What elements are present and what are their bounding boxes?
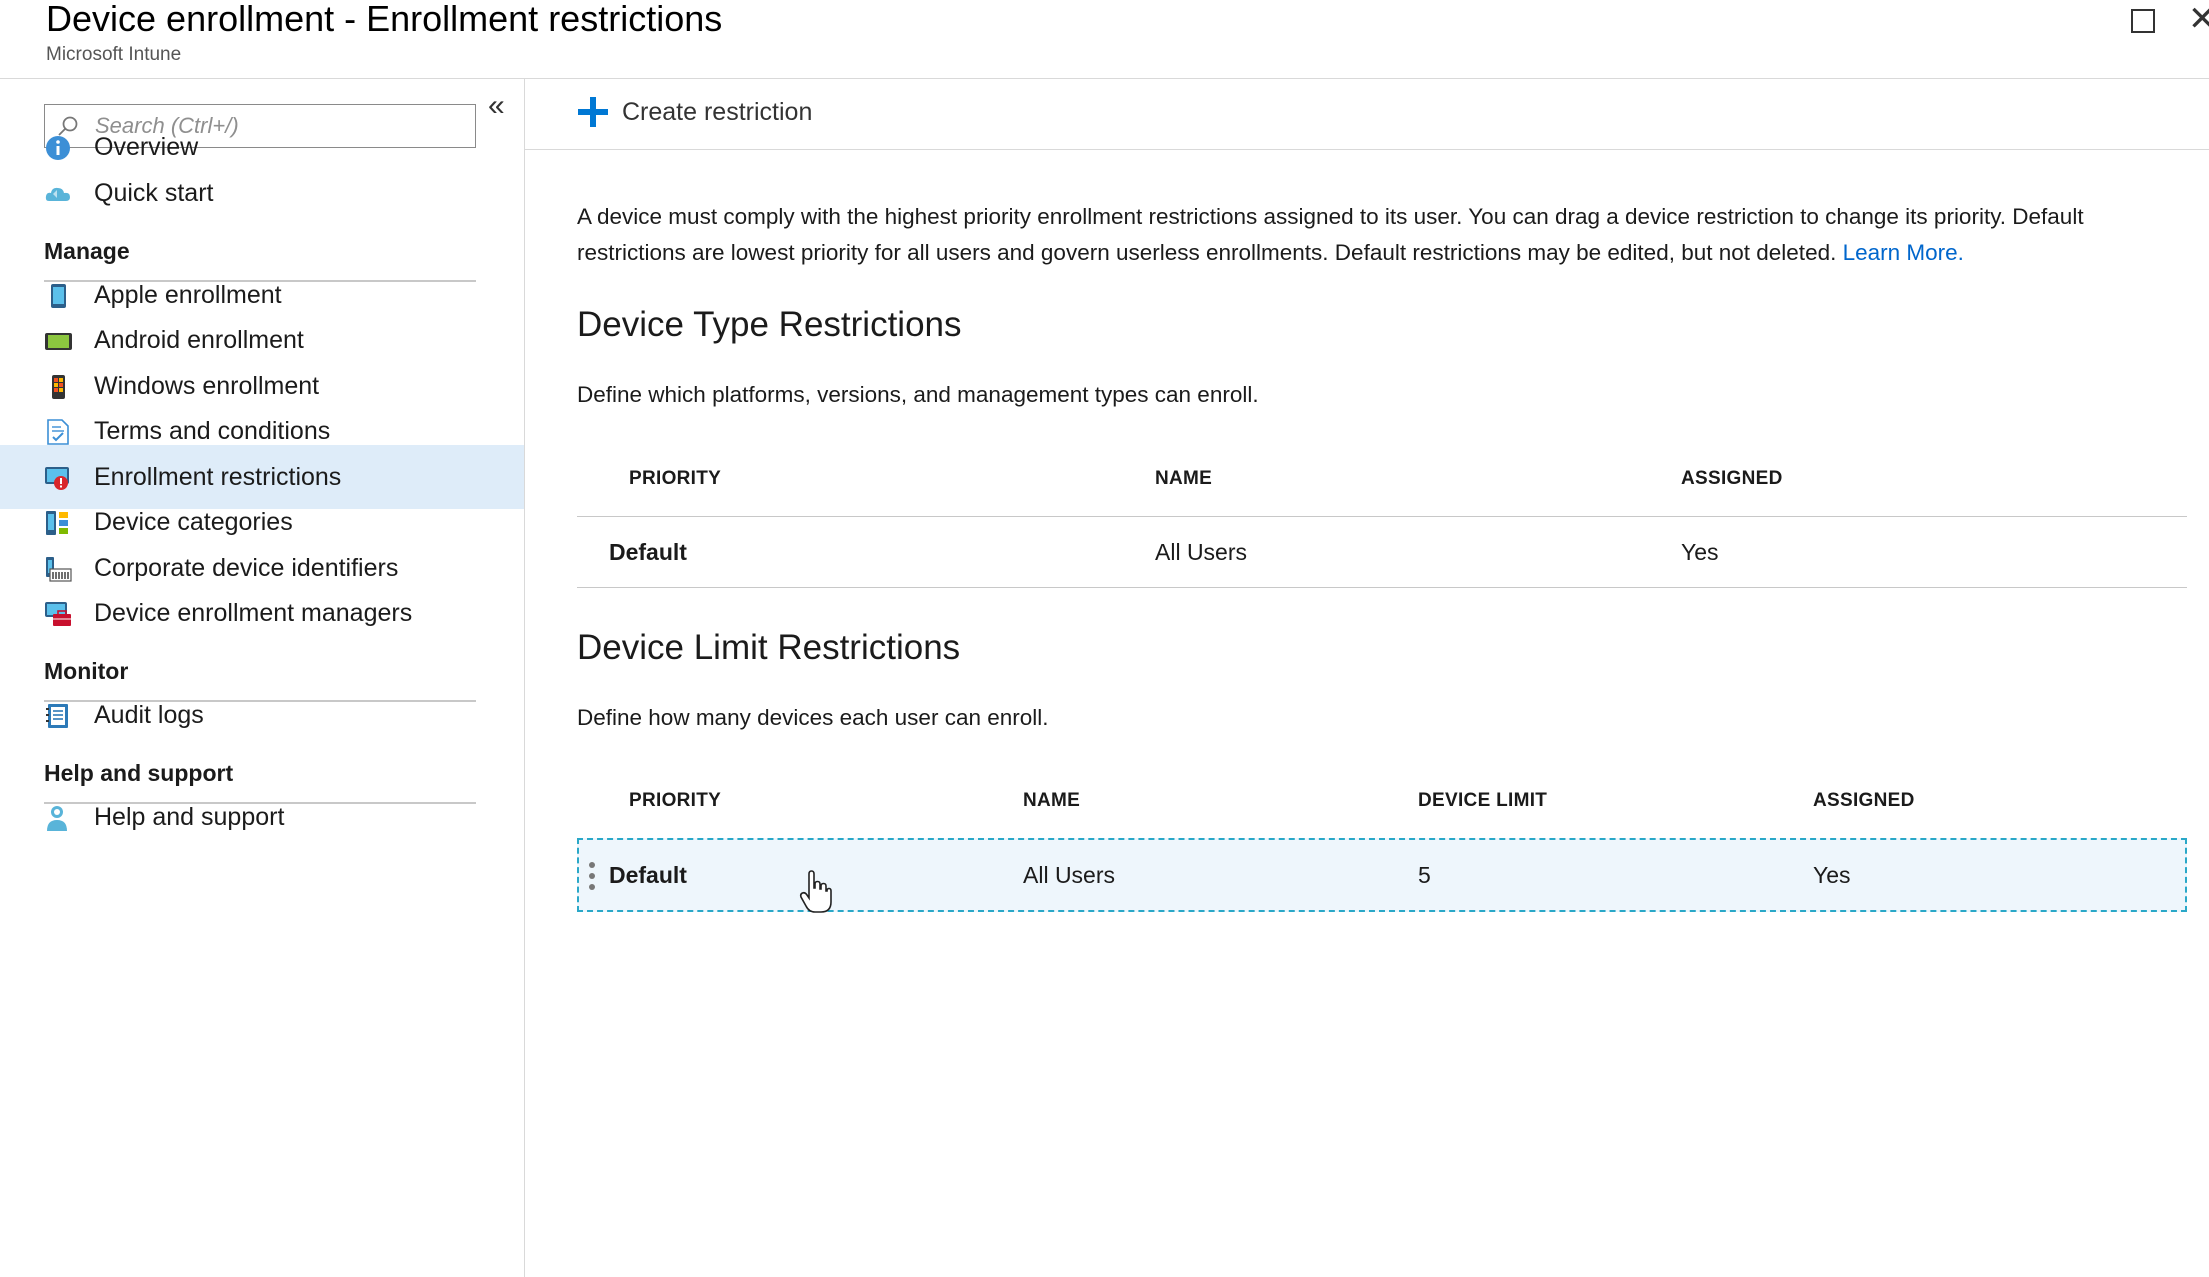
sidebar-item-label: Android enrollment <box>94 325 304 354</box>
close-icon[interactable]: ✕ <box>2188 2 2209 36</box>
section-heading-help: Help and support <box>44 760 234 786</box>
column-header-priority[interactable]: PRIORITY <box>629 468 721 490</box>
audit-log-icon <box>46 704 68 728</box>
device-type-subheading: Define which platforms, versions, and ma… <box>577 382 1259 407</box>
categories-icon <box>46 511 68 535</box>
column-header-name[interactable]: NAME <box>1023 790 1080 812</box>
hand-cursor-icon <box>799 870 832 913</box>
intune-blade: Device enrollment - Enrollment restricti… <box>0 0 2209 1277</box>
sidebar-item-help-and-support[interactable]: Help and support <box>0 785 524 849</box>
section-heading-manage: Manage <box>44 238 130 264</box>
managers-icon <box>45 602 71 626</box>
sidebar: « Overview Quick start Manage <box>0 79 525 1277</box>
sidebar-item-label: Device enrollment managers <box>94 598 413 627</box>
cell-name: All Users <box>1023 862 1116 888</box>
identifiers-icon <box>46 557 72 582</box>
sidebar-item-device-enrollment-managers[interactable]: Device enrollment managers <box>0 581 524 645</box>
device-type-heading: Device Type Restrictions <box>577 305 962 344</box>
column-header-name[interactable]: NAME <box>1155 468 1212 490</box>
maximize-icon[interactable] <box>2131 9 2155 33</box>
learn-more-link[interactable]: Learn More. <box>1843 240 1964 265</box>
help-person-icon <box>47 806 67 831</box>
sidebar-item-label: Corporate device identifiers <box>94 553 399 582</box>
column-header-assigned[interactable]: ASSIGNED <box>1813 790 1915 812</box>
windows-device-icon <box>52 375 65 399</box>
sidebar-item-label: Terms and conditions <box>94 416 331 445</box>
sidebar-item-audit-logs[interactable]: Audit logs <box>0 683 524 747</box>
plus-icon <box>578 97 608 127</box>
restriction-icon <box>45 467 69 490</box>
section-heading-monitor: Monitor <box>44 658 129 684</box>
column-header-assigned[interactable]: ASSIGNED <box>1681 468 1783 490</box>
description: A device must comply with the highest pr… <box>577 199 2177 271</box>
sidebar-item-label: Windows enrollment <box>94 371 320 400</box>
sidebar-item-label: Audit logs <box>94 700 204 729</box>
create-restriction-label: Create restriction <box>622 97 813 126</box>
table-row-selected[interactable]: Default All Users 5 Yes <box>577 838 2187 913</box>
device-limit-heading: Device Limit Restrictions <box>577 628 961 667</box>
blade-title: Device enrollment - Enrollment restricti… <box>46 0 723 39</box>
drag-handle-icon[interactable] <box>589 862 595 895</box>
sidebar-item-label: Overview <box>94 132 199 161</box>
column-header-device-limit[interactable]: DEVICE LIMIT <box>1418 790 1547 812</box>
main-content: Create restriction A device must comply … <box>525 79 2209 1277</box>
table-header: PRIORITY NAME ASSIGNED <box>577 442 2187 517</box>
document-check-icon <box>47 419 69 445</box>
command-bar: Create restriction <box>525 79 2209 150</box>
device-limit-table: PRIORITY NAME DEVICE LIMIT ASSIGNED Defa… <box>577 764 2187 913</box>
cell-priority: Default <box>609 862 687 888</box>
blade-subtitle: Microsoft Intune <box>46 44 182 65</box>
cell-assigned: Yes <box>1813 862 1851 888</box>
sidebar-item-label: Quick start <box>94 178 214 207</box>
cell-assigned: Yes <box>1681 539 1719 565</box>
info-icon <box>46 136 70 160</box>
cell-device-limit: 5 <box>1418 862 1431 888</box>
cell-priority: Default <box>609 539 687 565</box>
sidebar-item-label: Help and support <box>94 802 285 831</box>
sidebar-item-label: Device categories <box>94 507 293 536</box>
cell-name: All Users <box>1155 539 1248 565</box>
sidebar-item-label: Enrollment restrictions <box>94 462 342 491</box>
column-header-priority[interactable]: PRIORITY <box>629 790 721 812</box>
ios-device-icon <box>51 284 66 308</box>
table-row[interactable]: Default All Users Yes <box>577 517 2187 588</box>
device-type-table: PRIORITY NAME ASSIGNED Default All Users… <box>577 442 2187 588</box>
cloud-icon <box>45 187 70 201</box>
sidebar-item-quick-start[interactable]: Quick start <box>0 161 524 225</box>
android-device-icon <box>45 333 72 350</box>
sidebar-item-label: Apple enrollment <box>94 280 282 309</box>
device-limit-subheading: Define how many devices each user can en… <box>577 705 1049 730</box>
table-header: PRIORITY NAME DEVICE LIMIT ASSIGNED <box>577 764 2187 838</box>
blade-header: Device enrollment - Enrollment restricti… <box>0 0 2209 79</box>
create-restriction-button[interactable]: Create restriction <box>576 95 812 129</box>
